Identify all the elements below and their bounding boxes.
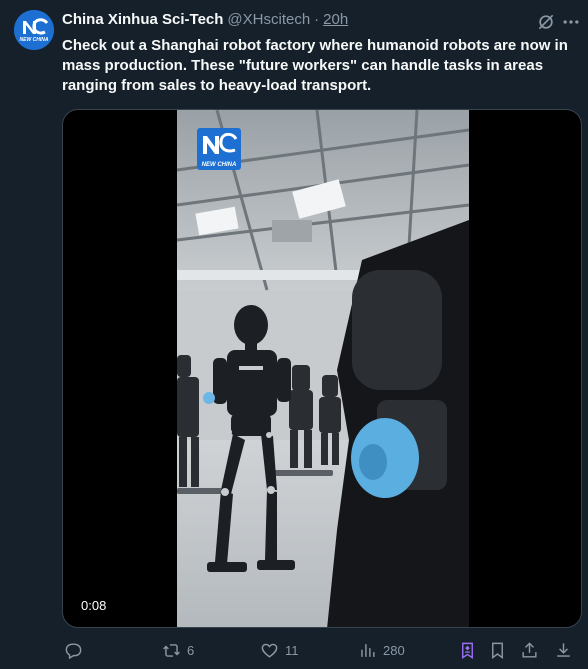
repost-count: 6 [187,642,195,658]
grok-badge-icon [462,642,473,659]
action-bar: 6 11 280 [62,638,582,662]
repost-button[interactable]: 6 [162,638,194,662]
views-icon [361,643,375,657]
user-handle[interactable]: @XHscitech [227,11,310,28]
reply-icon [65,642,82,659]
svg-text:NEW CHINA: NEW CHINA [20,37,49,43]
video-duration: 0:08 [75,596,113,615]
reply-button[interactable] [64,638,89,662]
download-button[interactable] [554,638,573,662]
tweet-text: Check out a Shanghai robot factory where… [62,37,568,94]
video-frame[interactable]: NEW CHINA [177,110,469,627]
like-icon [261,643,278,658]
bookmark-button[interactable] [488,638,507,662]
download-icon [557,642,570,657]
xinhua-logo-icon: NEW CHINA [14,10,54,50]
video-player[interactable]: NEW CHINA 0:08 [62,109,582,628]
bookmark-icon [492,642,503,659]
share-icon [522,641,537,658]
tweet-header: China Xinhua Sci-Tech @XHscitech · 20h [62,9,348,29]
timestamp[interactable]: 20h [323,11,348,28]
grok-badge-button[interactable] [458,638,477,662]
tweet-card[interactable]: NEW CHINA China Xinhua Sci-Tech @XHscite… [0,0,588,669]
display-name[interactable]: China Xinhua Sci-Tech [62,11,223,28]
share-button[interactable] [520,638,539,662]
factory-robots-scene: NEW CHINA [177,110,469,627]
more-icon[interactable] [561,12,581,32]
watermark-text: NEW CHINA [202,162,237,168]
separator-dot: · [314,10,320,28]
grok-icon[interactable] [536,12,556,32]
like-count: 11 [285,642,299,658]
like-button[interactable]: 11 [260,638,299,662]
avatar[interactable]: NEW CHINA [14,10,54,50]
views-button[interactable]: 280 [358,638,405,662]
repost-icon [163,643,180,657]
views-count: 280 [383,642,405,658]
